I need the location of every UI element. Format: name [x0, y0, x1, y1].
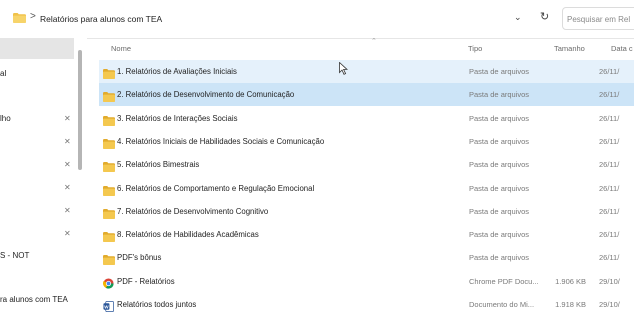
- folder-icon: [103, 159, 115, 173]
- folder-icon: [103, 136, 115, 149]
- folder-icon: [103, 206, 115, 219]
- file-name: Relatórios todos juntos: [117, 300, 197, 309]
- sidebar-item[interactable]: lho: [0, 114, 11, 123]
- file-date: 26/11/: [599, 206, 620, 216]
- pin-icon: ✕: [64, 229, 71, 238]
- file-date: 29/10/: [599, 300, 620, 309]
- file-name: 6. Relatórios de Comportamento e Regulaç…: [117, 183, 315, 193]
- file-name: 1. Relatórios de Avaliações Iniciais: [117, 67, 237, 76]
- mouse-pointer-icon: [339, 62, 348, 75]
- file-name: 4. Relatórios Iniciais de Habilidades So…: [117, 136, 325, 146]
- column-header-name[interactable]: Nome: [111, 44, 131, 53]
- column-header-size[interactable]: Tamanho: [554, 44, 585, 53]
- folder-icon: [103, 229, 115, 243]
- pin-icon: ✕: [64, 114, 71, 123]
- file-date: 26/11/: [599, 230, 620, 240]
- sidebar-item[interactable]: S - NOT: [0, 251, 29, 260]
- file-date: 26/11/: [599, 67, 620, 76]
- file-row[interactable]: 4. Relatórios Iniciais de Habilidades So…: [99, 130, 634, 153]
- chrome-pdf-icon: [102, 276, 115, 289]
- file-type: Pasta de arquivos: [469, 136, 530, 146]
- search-input[interactable]: [563, 8, 634, 30]
- pin-icon: ✕: [64, 160, 71, 169]
- pin-icon: ✕: [64, 137, 71, 146]
- sidebar-item-current-folder[interactable]: ra alunos com TEA: [0, 295, 68, 304]
- file-date: 26/11/: [599, 253, 620, 263]
- file-date: 26/11/: [599, 113, 620, 123]
- folder-icon: [103, 66, 115, 79]
- file-type: Pasta de arquivos: [469, 90, 530, 100]
- file-date: 26/11/: [599, 136, 620, 146]
- navigation-pane: al lho ✕ ✕ ✕ ✕ ✕ ✕ S - NOT ra alunos com…: [0, 38, 87, 320]
- column-header-type[interactable]: Tipo: [468, 44, 482, 53]
- file-row[interactable]: 8. Relatórios de Habilidades Acadêmicas P…: [99, 223, 634, 246]
- file-type: Pasta de arquivos: [469, 206, 530, 216]
- sort-ascending-icon: ⌃: [371, 38, 377, 45]
- file-name: PDF - Relatórios: [117, 276, 175, 286]
- file-row[interactable]: 6. Relatórios de Comportamento e Regulaç…: [99, 177, 634, 200]
- file-type: Pasta de arquivos: [469, 67, 530, 76]
- refresh-icon[interactable]: ↻: [540, 10, 549, 23]
- word-doc-icon: W: [103, 299, 115, 312]
- sidebar-selected-item[interactable]: [0, 38, 74, 59]
- sidebar-scrollbar[interactable]: [78, 50, 82, 170]
- file-type: Pasta de arquivos: [469, 230, 530, 240]
- file-size: 1.918 KB: [555, 300, 586, 309]
- file-name: 3. Relatórios de Interações Sociais: [117, 113, 238, 123]
- folder-icon: [103, 89, 115, 103]
- file-row[interactable]: 7. Relatórios de Desenvolvimento Cogniti…: [99, 200, 634, 223]
- address-bar: > Relatórios para alunos com TEA ⌄ ↻: [0, 0, 634, 39]
- folder-icon: [13, 13, 26, 23]
- file-size: 1.906 KB: [555, 276, 586, 286]
- search-box[interactable]: [562, 7, 634, 30]
- file-date: 26/11/: [599, 183, 620, 193]
- file-type: Documento do Mi...: [469, 300, 535, 309]
- file-row[interactable]: PDF - Relatórios Chrome PDF Docu... 1.906 …: [99, 270, 634, 293]
- file-date: 29/10/: [599, 276, 620, 286]
- file-row[interactable]: 5. Relatórios Bimestrais Pasta de arquivo…: [99, 153, 634, 176]
- file-type: Pasta de arquivos: [469, 113, 530, 123]
- file-name: 7. Relatórios de Desenvolvimento Cogniti…: [117, 206, 269, 216]
- chevron-down-icon[interactable]: ⌄: [514, 12, 522, 23]
- pin-icon: ✕: [64, 206, 71, 215]
- file-name: 8. Relatórios de Habilidades Acadêmicas: [117, 230, 259, 240]
- folder-icon: [103, 183, 115, 196]
- column-header-date[interactable]: Data c: [611, 44, 633, 53]
- file-type: Pasta de arquivos: [469, 160, 530, 170]
- file-type: Pasta de arquivos: [469, 183, 530, 193]
- file-date: 26/11/: [599, 90, 620, 100]
- folder-icon: [103, 113, 115, 126]
- folder-icon: [103, 252, 115, 266]
- sidebar-item[interactable]: al: [0, 69, 6, 78]
- pin-icon: ✕: [64, 183, 71, 192]
- breadcrumb[interactable]: Relatórios para alunos com TEA: [40, 14, 162, 24]
- breadcrumb-separator: >: [30, 11, 36, 22]
- file-name: PDF's bônus: [117, 253, 162, 263]
- file-row[interactable]: W Relatórios todos juntos Documento do Mi.…: [99, 293, 634, 316]
- file-row[interactable]: PDF's bônus Pasta de arquivos 26/11/: [99, 246, 634, 269]
- file-row[interactable]: 3. Relatórios de Interações Sociais Pasta…: [99, 107, 634, 130]
- file-row[interactable]: 2. Relatórios de Desenvolvimento de Comu…: [99, 83, 634, 107]
- file-row[interactable]: 1. Relatórios de Avaliações Iniciais Past…: [99, 60, 634, 83]
- file-type: Chrome PDF Docu...: [469, 276, 539, 286]
- column-headers: ⌃ Nome Tipo Tamanho Data c: [87, 38, 634, 60]
- file-type: Pasta de arquivos: [469, 253, 530, 263]
- file-name: 2. Relatórios de Desenvolvimento de Comu…: [117, 90, 295, 100]
- file-date: 26/11/: [599, 160, 620, 170]
- svg-text:W: W: [104, 305, 109, 310]
- file-name: 5. Relatórios Bimestrais: [117, 160, 200, 170]
